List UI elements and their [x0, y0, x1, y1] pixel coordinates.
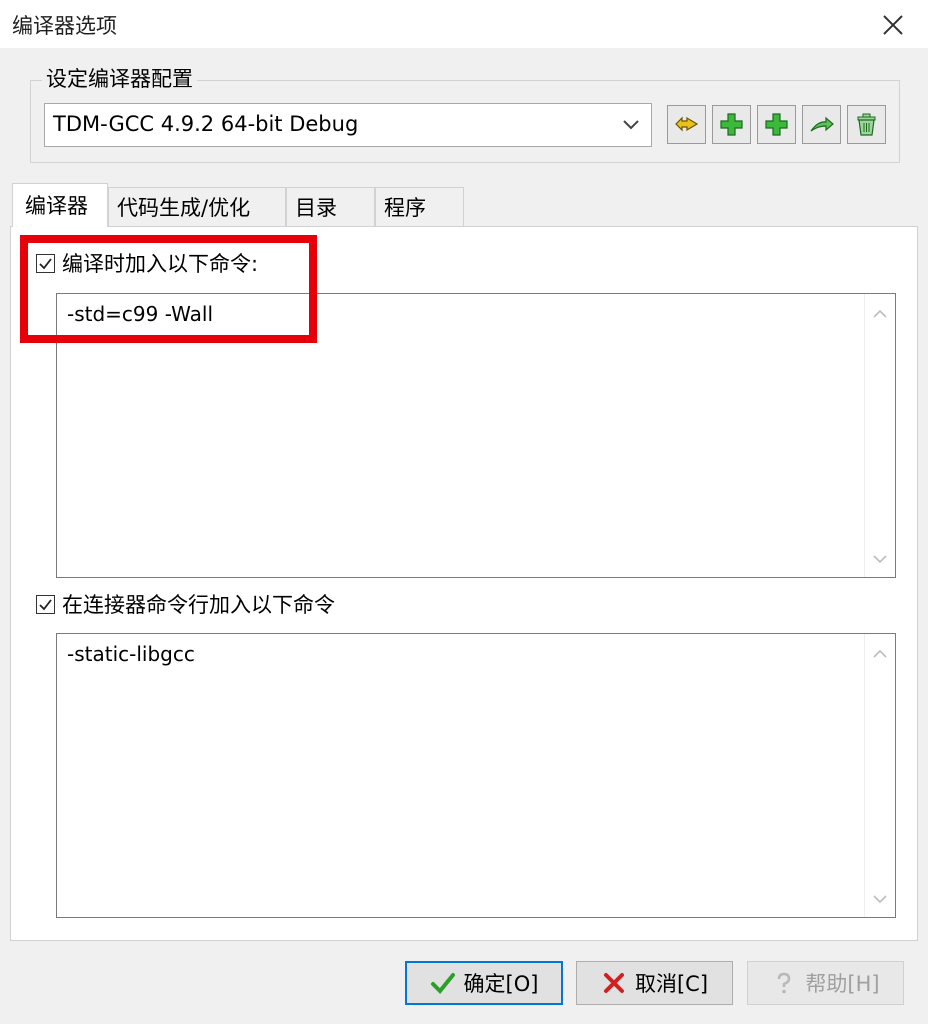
checkmark-icon	[39, 598, 52, 610]
delete-config-button[interactable]	[847, 105, 886, 144]
linker-commands-textarea[interactable]: -static-libgcc	[56, 633, 896, 918]
scroll-up-icon	[873, 309, 887, 318]
add-config-button[interactable]	[712, 105, 751, 144]
tab-directories[interactable]: 目录	[286, 187, 375, 226]
export-config-button[interactable]	[802, 105, 841, 144]
linker-commands-text: -static-libgcc	[67, 642, 195, 666]
export-icon	[810, 116, 834, 132]
highlight-annotation	[20, 235, 317, 343]
checkmark-icon	[430, 973, 455, 994]
help-label: 帮助[H]	[805, 972, 880, 996]
selected-config: TDM-GCC 4.9.2 64-bit Debug	[53, 112, 359, 136]
copy-config-button[interactable]	[757, 105, 796, 144]
close-button[interactable]	[876, 8, 910, 42]
delete-icon	[857, 113, 876, 136]
ok-button[interactable]: 确定[O]	[405, 961, 563, 1005]
scroll-down-icon	[873, 895, 887, 904]
close-icon	[883, 15, 903, 35]
vertical-scrollbar[interactable]	[864, 294, 895, 577]
chevron-down-icon	[623, 120, 639, 130]
tab-label: 编译器	[25, 194, 88, 218]
tab-label: 目录	[295, 196, 337, 220]
cross-icon	[603, 973, 624, 993]
scroll-up-icon	[873, 649, 887, 658]
add-copy-icon	[765, 113, 788, 136]
tab-codegen-optimize[interactable]: 代码生成/优化	[108, 187, 286, 226]
group-label: 设定编译器配置	[42, 63, 197, 93]
tab-label: 程序	[384, 196, 426, 220]
tab-label: 代码生成/优化	[117, 196, 251, 220]
window-title: 编译器选项	[12, 14, 117, 38]
vertical-scrollbar[interactable]	[864, 634, 895, 917]
title-bar	[0, 0, 928, 48]
tab-compiler[interactable]: 编译器	[12, 183, 108, 227]
linker-commands-checkbox[interactable]: 在连接器命令行加入以下命令	[36, 589, 335, 619]
cancel-label: 取消[C]	[634, 972, 709, 996]
cancel-button[interactable]: 取消[C]	[576, 961, 733, 1005]
scroll-down-icon	[873, 555, 887, 564]
rename-icon	[675, 116, 699, 132]
help-button[interactable]: 帮助[H]	[747, 961, 904, 1005]
compiler-config-select[interactable]: TDM-GCC 4.9.2 64-bit Debug	[44, 103, 652, 147]
add-icon	[720, 113, 743, 136]
checkbox[interactable]	[36, 594, 55, 614]
rename-config-button[interactable]	[667, 105, 706, 144]
ok-label: 确定[O]	[463, 972, 539, 996]
help-icon	[778, 972, 791, 994]
checkbox-label: 在连接器命令行加入以下命令	[62, 593, 335, 617]
tab-programs[interactable]: 程序	[375, 187, 464, 226]
